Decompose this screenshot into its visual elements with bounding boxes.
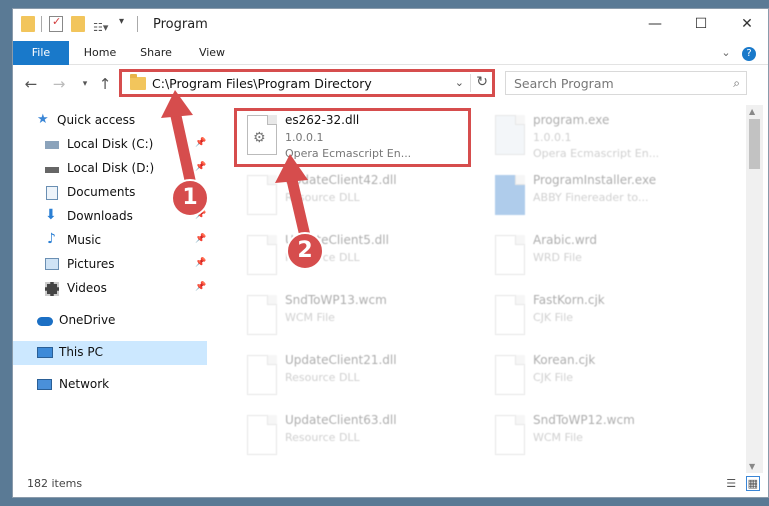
arrowhead-file bbox=[275, 154, 308, 183]
arrowhead-address bbox=[161, 90, 193, 118]
step-badge-1: 1 bbox=[171, 179, 209, 217]
annotation-arrows bbox=[161, 90, 311, 242]
arrow-to-address bbox=[170, 110, 196, 186]
arrow-to-file bbox=[286, 174, 311, 242]
step-badge-2: 2 bbox=[286, 232, 324, 270]
